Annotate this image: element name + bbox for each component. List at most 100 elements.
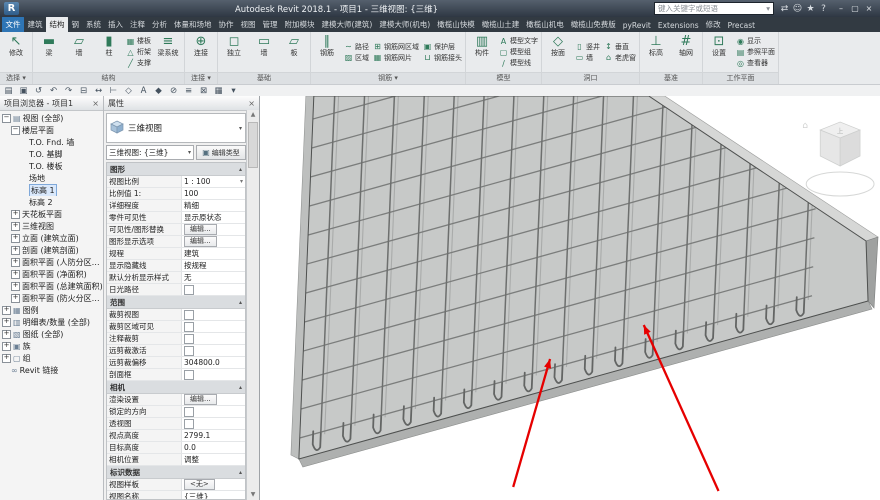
tab-修改[interactable]: 修改: [702, 17, 724, 32]
expand-icon[interactable]: +: [2, 306, 11, 315]
browser-item[interactable]: T.O. Fnd. 墙: [0, 136, 103, 148]
tool-level[interactable]: ⊥标高: [642, 33, 670, 71]
scroll-down-icon[interactable]: ▼: [251, 490, 256, 500]
tool-rebar-path[interactable]: ∼路径: [344, 42, 369, 52]
edit-button[interactable]: <无>: [184, 479, 215, 490]
panel-label-基础[interactable]: 基础: [218, 72, 310, 84]
redo-icon[interactable]: ↷: [63, 86, 74, 97]
expand-icon[interactable]: +: [11, 294, 20, 303]
browser-item[interactable]: +▧图纸 (全部): [0, 328, 103, 340]
checkbox[interactable]: [184, 407, 194, 417]
tool-rebar-coupler[interactable]: ⊔钢筋接头: [423, 53, 462, 63]
search-dropdown-icon[interactable]: ▾: [766, 4, 770, 13]
expand-icon[interactable]: +: [11, 282, 20, 291]
tab-橄榄山快模[interactable]: 橄榄山快模: [434, 17, 479, 32]
panel-label-模型[interactable]: 模型: [466, 72, 541, 84]
expand-icon[interactable]: +: [11, 234, 20, 243]
exchange-icon[interactable]: ⇄: [778, 2, 791, 15]
tool-fabric-area[interactable]: ⊞钢筋网区域: [373, 42, 419, 52]
tool-truss[interactable]: △桁架: [126, 47, 151, 57]
browser-item[interactable]: 标高 1: [0, 184, 103, 196]
edit-button[interactable]: 编辑...: [184, 224, 217, 235]
browser-item[interactable]: −▤视图 (全部): [0, 112, 103, 124]
instance-filter-combo[interactable]: 三维视图: {三维} ▾: [106, 145, 194, 160]
property-value[interactable]: 按规程: [182, 260, 245, 271]
tab-pyRevit[interactable]: pyRevit: [619, 18, 654, 32]
tool-grid[interactable]: #轴网: [672, 33, 700, 71]
browser-item[interactable]: +面积平面 (人防分区面积): [0, 256, 103, 268]
close-hidden-windows-icon[interactable]: ⊠: [198, 86, 209, 97]
browser-item[interactable]: +▢组: [0, 352, 103, 364]
home-icon[interactable]: ⌂: [802, 121, 808, 131]
tool-column[interactable]: ▮柱: [95, 33, 123, 71]
tool-wall-foundation[interactable]: ▭墙: [250, 33, 278, 71]
browser-item[interactable]: 标高 2: [0, 196, 103, 208]
checkbox[interactable]: [184, 310, 194, 320]
property-value[interactable]: 0.0: [182, 442, 245, 453]
save-icon[interactable]: ▣: [18, 86, 29, 97]
checkbox[interactable]: [184, 419, 194, 429]
minimize-icon[interactable]: –: [834, 3, 848, 15]
browser-item[interactable]: ∞Revit 链接: [0, 364, 103, 376]
browser-item[interactable]: +三维视图: [0, 220, 103, 232]
property-value[interactable]: [182, 418, 245, 429]
browser-item[interactable]: +面积平面 (防火分区面积): [0, 292, 103, 304]
tool-workplane-show[interactable]: ◉显示: [736, 36, 775, 46]
app-logo[interactable]: R: [4, 2, 19, 15]
customize-qat-icon[interactable]: ▾: [228, 86, 239, 97]
favorites-icon[interactable]: ★: [804, 2, 817, 15]
help-icon[interactable]: ?: [817, 2, 830, 15]
panel-label-基准[interactable]: 基准: [640, 72, 702, 84]
expand-icon[interactable]: +: [2, 342, 11, 351]
tab-建模大师(建筑)[interactable]: 建模大师(建筑): [318, 17, 376, 32]
open-icon[interactable]: ▤: [3, 86, 14, 97]
property-group-范围[interactable]: 范围▴: [107, 296, 245, 309]
property-value[interactable]: 100: [182, 188, 245, 199]
property-value[interactable]: 精细: [182, 200, 245, 211]
tool-vertical-opening[interactable]: ↕垂直: [604, 42, 636, 52]
viewport-svg[interactable]: 上⌂: [260, 96, 880, 500]
property-value[interactable]: 2799.1: [182, 430, 245, 441]
tool-reference-plane[interactable]: ▤参照平面: [736, 47, 775, 57]
expand-icon[interactable]: +: [2, 318, 11, 327]
browser-item[interactable]: 场地: [0, 172, 103, 184]
browser-item[interactable]: +▦图例: [0, 304, 103, 316]
tag-icon[interactable]: ◇: [123, 86, 134, 97]
browser-item[interactable]: +面积平面 (总建筑面积): [0, 280, 103, 292]
tool-shaft-opening[interactable]: ▯竖井: [575, 42, 600, 52]
close-icon[interactable]: ×: [862, 3, 876, 15]
tool-floor[interactable]: ▦楼板: [126, 36, 151, 46]
section-icon[interactable]: ⊘: [168, 86, 179, 97]
expand-icon[interactable]: +: [11, 210, 20, 219]
collapse-icon[interactable]: −: [11, 126, 20, 135]
tool-model-line[interactable]: ∕模型线: [499, 58, 538, 68]
edit-button[interactable]: 编辑...: [184, 236, 217, 247]
property-value[interactable]: [182, 284, 245, 295]
close-icon[interactable]: ×: [92, 99, 99, 108]
browser-item[interactable]: −楼层平面: [0, 124, 103, 136]
scroll-up-icon[interactable]: ▲: [251, 110, 256, 120]
tab-管理[interactable]: 管理: [259, 17, 281, 32]
type-selector[interactable]: 三维视图 ▾: [106, 113, 246, 143]
checkbox[interactable]: [184, 285, 194, 295]
properties-scrollbar[interactable]: ▲ ▼: [246, 110, 259, 500]
tool-rebar-area[interactable]: ▨区域: [344, 53, 369, 63]
measure-icon[interactable]: ↔: [93, 86, 104, 97]
tool-wall[interactable]: ▱墙: [65, 33, 93, 71]
property-value[interactable]: 编辑...: [182, 224, 245, 235]
tab-插入[interactable]: 插入: [105, 17, 127, 32]
expand-icon[interactable]: +: [11, 222, 20, 231]
checkbox[interactable]: [184, 334, 194, 344]
tab-视图[interactable]: 视图: [237, 17, 259, 32]
tool-workplane-set[interactable]: ⊡设置: [705, 33, 733, 71]
property-value[interactable]: 304800.0: [182, 357, 245, 368]
property-value[interactable]: [182, 369, 245, 380]
property-value[interactable]: [182, 406, 245, 417]
default-3d-view-icon[interactable]: ◆: [153, 86, 164, 97]
expand-icon[interactable]: +: [11, 258, 20, 267]
tab-分析[interactable]: 分析: [149, 17, 171, 32]
view-cube[interactable]: 上⌂: [802, 121, 874, 196]
edit-type-button[interactable]: ▣ 编辑类型: [196, 145, 246, 160]
panel-label-连接[interactable]: 连接 ▾: [185, 72, 217, 84]
browser-item[interactable]: +剖面 (建筑剖面): [0, 244, 103, 256]
